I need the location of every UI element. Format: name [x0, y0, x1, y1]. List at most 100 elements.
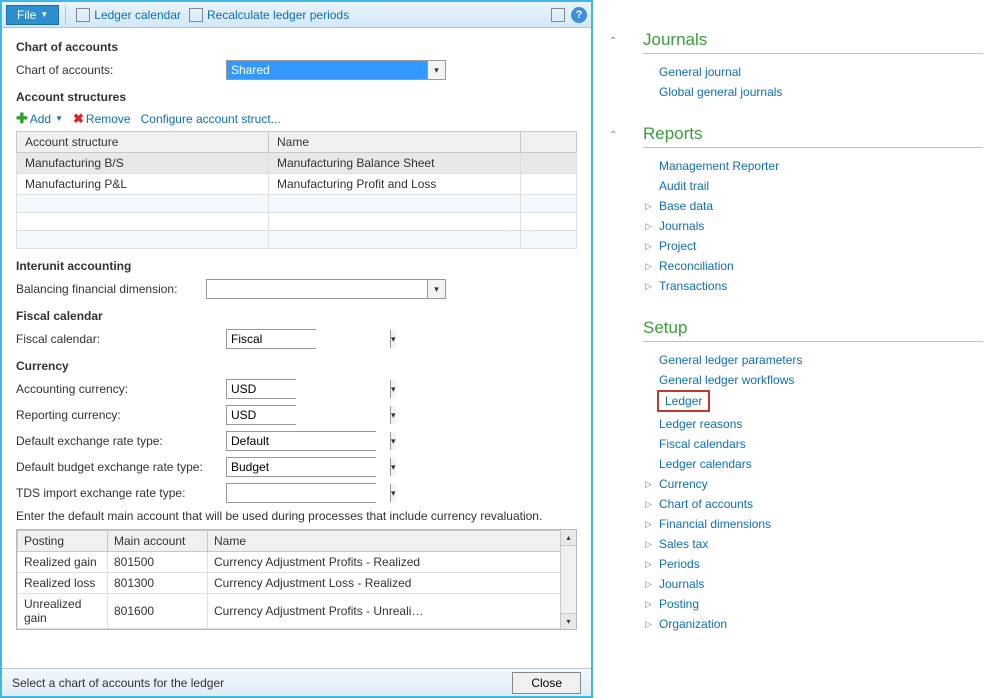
calendar-icon — [76, 8, 90, 22]
default-budget-label: Default budget exchange rate type: — [16, 460, 226, 474]
dropdown-arrow-icon[interactable]: ▾ — [390, 484, 396, 502]
ledger-calendar-button[interactable]: Ledger calendar — [72, 6, 185, 24]
file-label: File — [17, 8, 36, 22]
nav-item-expandable[interactable]: Currency — [643, 474, 983, 494]
nav-item[interactable]: General ledger parameters — [643, 350, 983, 370]
nav-item[interactable]: General ledger workflows — [643, 370, 983, 390]
collapse-icon[interactable]: ⌃ — [609, 36, 617, 47]
add-label: Add — [30, 112, 51, 126]
section-currency: Currency — [16, 359, 577, 373]
balancing-dim-combo[interactable]: ▾ — [206, 279, 446, 299]
tds-import-combo[interactable]: ▾ — [226, 483, 376, 503]
balancing-dim-input[interactable] — [207, 280, 427, 298]
nav-item[interactable]: Fiscal calendars — [643, 434, 983, 454]
nav-header-journals[interactable]: Journals — [643, 30, 983, 54]
nav-item[interactable]: Global general journals — [643, 82, 983, 102]
dropdown-arrow-icon[interactable]: ▾ — [390, 406, 396, 424]
nav-section-setup: ⌃ Setup General ledger parameters Genera… — [643, 318, 983, 634]
scrollbar[interactable]: ▴ ▾ — [560, 530, 576, 629]
reporting-currency-input[interactable] — [227, 406, 390, 424]
chart-of-accounts-label: Chart of accounts: — [16, 63, 226, 77]
table-row-empty — [17, 231, 577, 249]
nav-item-expandable[interactable]: Chart of accounts — [643, 494, 983, 514]
default-budget-input[interactable] — [227, 458, 390, 476]
nav-section-reports: ⌃ Reports Management Reporter Audit trai… — [643, 124, 983, 296]
nav-item[interactable]: Management Reporter — [643, 156, 983, 176]
scroll-down-icon[interactable]: ▾ — [561, 613, 576, 629]
col-name[interactable]: Name — [269, 132, 521, 153]
tds-import-label: TDS import exchange rate type: — [16, 486, 226, 500]
col-main-account[interactable]: Main account — [108, 531, 208, 552]
nav-item[interactable]: Ledger reasons — [643, 414, 983, 434]
section-fiscal: Fiscal calendar — [16, 309, 577, 323]
window-icon[interactable] — [551, 8, 565, 22]
default-exchange-input[interactable] — [227, 432, 390, 450]
reporting-currency-combo[interactable]: ▾ — [226, 405, 296, 425]
plus-icon: ✚ — [16, 110, 28, 127]
tds-import-input[interactable] — [227, 484, 390, 502]
section-chart-of-accounts: Chart of accounts — [16, 40, 577, 54]
scroll-up-icon[interactable]: ▴ — [561, 530, 576, 546]
col-name[interactable]: Name — [208, 531, 576, 552]
accounting-currency-combo[interactable]: ▾ — [226, 379, 296, 399]
add-button[interactable]: ✚ Add ▼ — [16, 110, 63, 127]
table-row[interactable]: Realized loss 801300 Currency Adjustment… — [18, 573, 576, 594]
dropdown-arrow-icon[interactable]: ▾ — [390, 458, 396, 476]
balancing-dim-label: Balancing financial dimension: — [16, 282, 206, 296]
status-bar: Select a chart of accounts for the ledge… — [2, 668, 591, 696]
nav-item-expandable[interactable]: Posting — [643, 594, 983, 614]
toolbar: File ▼ Ledger calendar Recalculate ledge… — [2, 2, 591, 28]
nav-item-expandable[interactable]: Journals — [643, 574, 983, 594]
nav-item-expandable[interactable]: Periods — [643, 554, 983, 574]
nav-item-expandable[interactable]: Project — [643, 236, 983, 256]
configure-button[interactable]: Configure account struct... — [141, 112, 281, 126]
chart-of-accounts-input[interactable] — [227, 61, 427, 79]
recalculate-button[interactable]: Recalculate ledger periods — [185, 6, 353, 24]
default-budget-combo[interactable]: ▾ — [226, 457, 376, 477]
nav-item-ledger-highlighted[interactable]: Ledger — [657, 390, 710, 412]
dropdown-arrow-icon[interactable]: ▾ — [390, 330, 396, 348]
fiscal-calendar-combo[interactable]: ▾ — [226, 329, 316, 349]
nav-item-expandable[interactable]: Base data — [643, 196, 983, 216]
table-row-empty — [17, 195, 577, 213]
fiscal-calendar-label: Fiscal calendar: — [16, 332, 226, 346]
col-empty — [521, 132, 577, 153]
nav-item-expandable[interactable]: Reconciliation — [643, 256, 983, 276]
x-icon: ✖ — [73, 111, 84, 127]
accounting-currency-input[interactable] — [227, 380, 390, 398]
nav-header-reports[interactable]: Reports — [643, 124, 983, 148]
table-row[interactable]: Realized gain 801500 Currency Adjustment… — [18, 552, 576, 573]
dropdown-arrow-icon[interactable]: ▾ — [390, 380, 396, 398]
help-icon[interactable]: ? — [571, 7, 587, 23]
nav-item-expandable[interactable]: Financial dimensions — [643, 514, 983, 534]
close-button[interactable]: Close — [512, 672, 581, 694]
dropdown-arrow-icon[interactable]: ▾ — [427, 280, 445, 298]
table-row[interactable]: Manufacturing P&L Manufacturing Profit a… — [17, 174, 577, 195]
dropdown-arrow-icon[interactable]: ▾ — [390, 432, 396, 450]
account-structures-grid[interactable]: Account structure Name Manufacturing B/S… — [16, 131, 577, 249]
table-row-empty — [17, 213, 577, 231]
collapse-icon[interactable]: ⌃ — [609, 130, 617, 141]
remove-button[interactable]: ✖ Remove — [73, 111, 131, 127]
nav-item-expandable[interactable]: Organization — [643, 614, 983, 634]
dropdown-arrow-icon[interactable]: ▾ — [427, 61, 445, 79]
table-row[interactable]: Unrealized gain 801600 Currency Adjustme… — [18, 594, 576, 629]
nav-item-expandable[interactable]: Transactions — [643, 276, 983, 296]
grid-icon — [189, 8, 203, 22]
nav-header-setup[interactable]: Setup — [643, 318, 983, 342]
nav-item[interactable]: Ledger calendars — [643, 454, 983, 474]
nav-item[interactable]: General journal — [643, 62, 983, 82]
default-exchange-combo[interactable]: ▾ — [226, 431, 376, 451]
nav-item[interactable]: Audit trail — [643, 176, 983, 196]
col-account-structure[interactable]: Account structure — [17, 132, 269, 153]
col-posting[interactable]: Posting — [18, 531, 108, 552]
dropdown-arrow-icon: ▼ — [55, 114, 63, 123]
posting-grid[interactable]: Posting Main account Name Realized gain … — [16, 529, 577, 630]
nav-item-expandable[interactable]: Sales tax — [643, 534, 983, 554]
file-menu[interactable]: File ▼ — [6, 5, 59, 25]
nav-item-expandable[interactable]: Journals — [643, 216, 983, 236]
chart-of-accounts-combo[interactable]: ▾ — [226, 60, 446, 80]
remove-label: Remove — [86, 112, 131, 126]
fiscal-calendar-input[interactable] — [227, 330, 390, 348]
table-row[interactable]: Manufacturing B/S Manufacturing Balance … — [17, 153, 577, 174]
